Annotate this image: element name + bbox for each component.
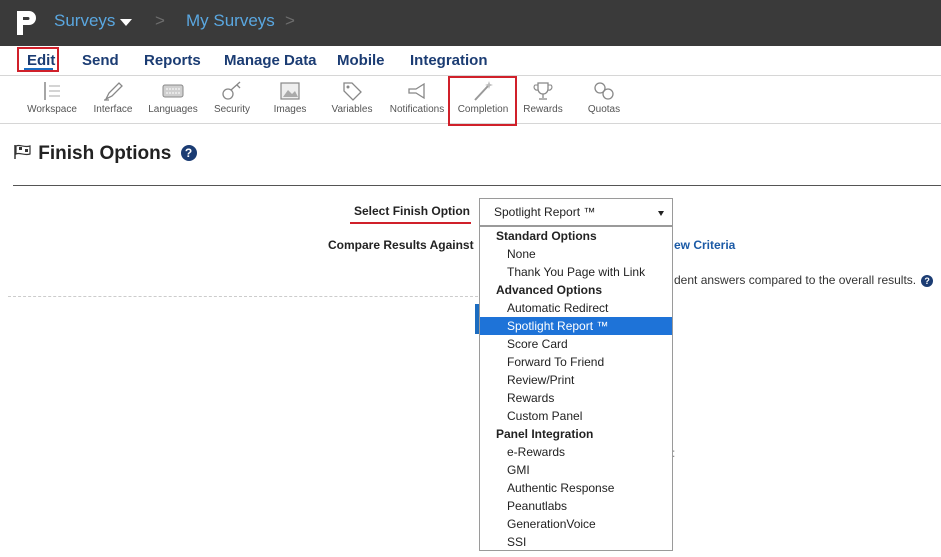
tool-workspace[interactable]: Workspace: [24, 78, 80, 124]
app-logo[interactable]: [14, 8, 38, 38]
option-none[interactable]: None: [480, 245, 672, 263]
tool-languages[interactable]: Languages: [146, 78, 200, 124]
option-authentic-response[interactable]: Authentic Response: [480, 479, 672, 497]
tool-images[interactable]: Images: [270, 78, 310, 124]
breadcrumb-separator-end: >: [285, 11, 295, 30]
finish-option-select[interactable]: Spotlight Report ™: [479, 198, 673, 226]
tool-interface[interactable]: Interface: [90, 78, 136, 124]
option-automatic-redirect[interactable]: Automatic Redirect: [480, 299, 672, 317]
header-divider: [13, 185, 941, 186]
option-review-print[interactable]: Review/Print: [480, 371, 672, 389]
completion-highlight-box: [448, 76, 517, 126]
key-icon: [222, 81, 241, 100]
tool-notifications[interactable]: Notifications: [386, 78, 448, 124]
tool-label: Interface: [93, 104, 133, 115]
help-icon-small[interactable]: ?: [921, 275, 934, 287]
label-red-underline: [350, 222, 471, 224]
surveys-dropdown-caret[interactable]: [120, 19, 132, 26]
breadcrumb-surveys[interactable]: Surveys: [54, 11, 115, 31]
option-thank-you-page[interactable]: Thank You Page with Link: [480, 263, 672, 281]
workspace-icon: [44, 82, 60, 100]
option-rewards[interactable]: Rewards: [480, 389, 672, 407]
top-bar: [0, 0, 941, 46]
tool-label: Quotas: [587, 104, 621, 115]
optgroup-advanced: Advanced Options: [496, 283, 603, 297]
tool-label: Security: [213, 104, 251, 115]
page-title: Finish Options ?: [13, 143, 197, 165]
option-peanutlabs[interactable]: Peanutlabs: [480, 497, 672, 515]
breadcrumb-separator: >: [155, 11, 165, 30]
tool-label: Workspace: [27, 104, 77, 115]
menu-reports[interactable]: Reports: [144, 52, 201, 69]
breadcrumb-my-surveys[interactable]: My Surveys: [186, 11, 275, 31]
tool-variables[interactable]: Variables: [328, 78, 376, 124]
select-finish-option-label: Select Finish Option: [354, 204, 471, 218]
tag-icon: [343, 82, 362, 101]
option-forward-to-friend[interactable]: Forward To Friend: [480, 353, 672, 371]
finish-option-dropdown: Standard Options None Thank You Page wit…: [479, 226, 673, 551]
trophy-icon: [533, 82, 553, 100]
compare-results-label: Compare Results Against: [328, 238, 474, 252]
select-value: Spotlight Report ™: [494, 205, 596, 219]
tool-label: Images: [273, 104, 307, 115]
megaphone-icon: [408, 82, 425, 100]
menu-integration[interactable]: Integration: [410, 52, 488, 69]
tool-label: Rewards: [523, 104, 563, 115]
tool-label: Languages: [148, 104, 198, 115]
option-gmi[interactable]: GMI: [480, 461, 672, 479]
option-generationvoice[interactable]: GenerationVoice: [480, 515, 672, 533]
tool-security[interactable]: Security: [210, 78, 254, 124]
option-e-rewards[interactable]: e-Rewards: [480, 443, 672, 461]
keyboard-icon: [162, 84, 184, 98]
edit-highlight-box: [17, 47, 59, 72]
checkered-flag-icon: [14, 144, 31, 159]
option-custom-panel[interactable]: Custom Panel: [480, 407, 672, 425]
links-icon: [594, 82, 614, 100]
help-icon[interactable]: ?: [180, 145, 197, 161]
description-copy: dent answers compared to the overall res…: [674, 273, 917, 287]
image-icon: [280, 82, 300, 100]
menu-mobile[interactable]: Mobile: [337, 52, 385, 69]
dashed-separator: [8, 296, 478, 297]
optgroup-panel-integration: Panel Integration: [496, 427, 594, 441]
menu-manage-data[interactable]: Manage Data: [224, 52, 317, 69]
description-text: dent answers compared to the overall res…: [674, 273, 934, 287]
pen-icon: [104, 82, 123, 101]
chevron-down-icon: [658, 211, 664, 216]
tool-label: Variables: [331, 104, 373, 115]
tool-rewards[interactable]: Rewards: [520, 78, 566, 124]
page-title-text: Finish Options: [38, 143, 172, 164]
option-spotlight-report[interactable]: Spotlight Report ™: [480, 317, 672, 335]
option-ssi[interactable]: SSI: [480, 533, 672, 551]
menu-send[interactable]: Send: [82, 52, 119, 69]
option-score-card[interactable]: Score Card: [480, 335, 672, 353]
view-criteria-link[interactable]: ew Criteria: [674, 238, 735, 252]
optgroup-standard: Standard Options: [496, 229, 597, 243]
tool-quotas[interactable]: Quotas: [582, 78, 626, 124]
tool-label: Notifications: [389, 104, 445, 115]
